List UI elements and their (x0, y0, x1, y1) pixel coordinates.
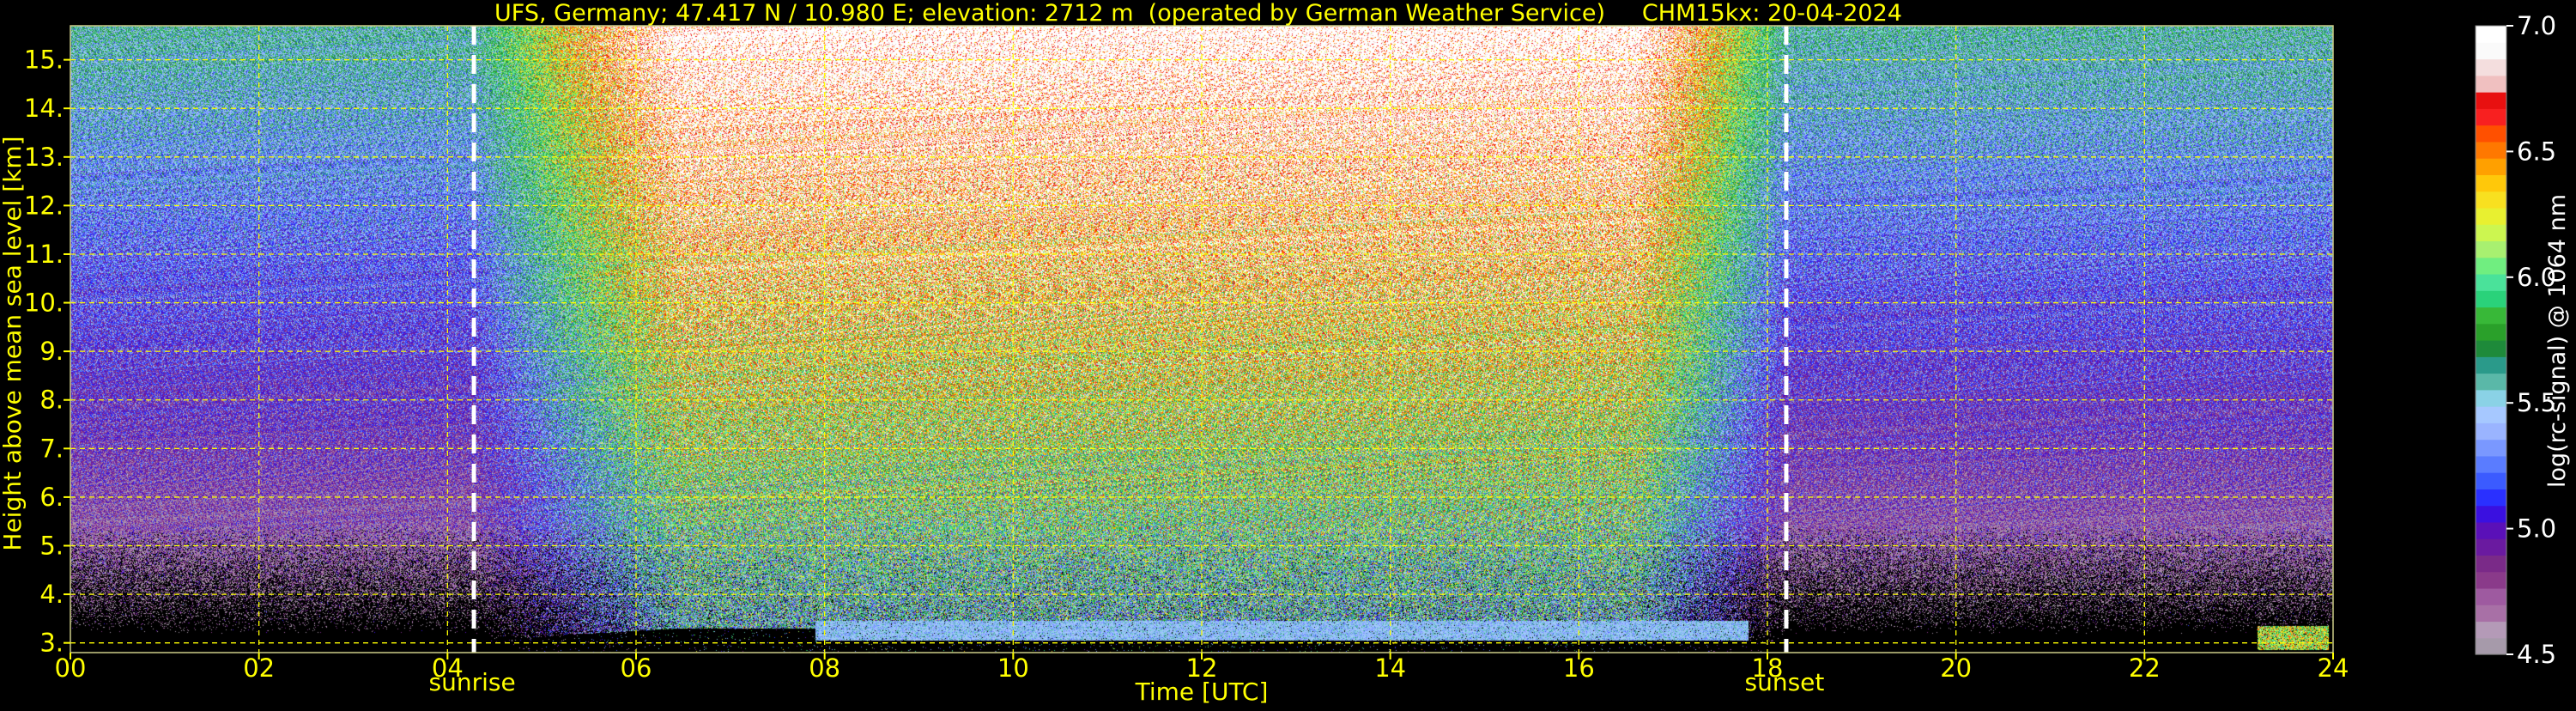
colorbar-swatch (2476, 621, 2506, 639)
colorbar-swatch (2476, 290, 2506, 308)
colorbar-swatch (2476, 92, 2506, 109)
colorbar-swatch (2476, 207, 2506, 225)
y-tick-label: 5. (39, 532, 64, 561)
colorbar-tick-label: 7.0 (2517, 11, 2556, 40)
colorbar-swatch (2476, 224, 2506, 242)
colorbar-label: log(rc-signal) @ 1064 nm (2544, 194, 2571, 488)
x-tick-label: 22 (2129, 653, 2161, 683)
colorbar-swatch (2476, 489, 2506, 507)
colorbar-swatch (2476, 389, 2506, 407)
x-tick-label: 20 (1940, 653, 1972, 683)
ceilometer-chart: sunrise sunset 00 02 04 06 08 10 12 14 16 18 20 22 24… (0, 0, 2571, 706)
colorbar-swatch (2476, 373, 2506, 391)
colorbar-swatch (2476, 240, 2506, 258)
y-tick-label: 15. (24, 46, 64, 75)
chart-root: sunrise sunset 00 02 04 06 08 10 12 14 16 18 20 22 24… (0, 0, 2576, 708)
colorbar-swatch (2476, 26, 2506, 43)
y-tick-label: 6. (39, 483, 64, 512)
colorbar-swatch (2476, 141, 2506, 159)
colorbar-swatch (2476, 455, 2506, 473)
chart-title: UFS, Germany; 47.417 N / 10.980 E; eleva… (494, 0, 1902, 27)
y-tick-label: 11. (24, 240, 64, 269)
x-tick-label: 02 (243, 653, 275, 683)
colorbar-swatch (2476, 587, 2506, 605)
colorbar-swatch (2476, 58, 2506, 76)
y-tick-label: 8. (39, 386, 64, 415)
colorbar-swatch (2476, 273, 2506, 291)
x-tick-label: 06 (621, 653, 652, 683)
colorbar-swatch (2476, 439, 2506, 457)
colorbar-swatch (2476, 158, 2506, 175)
y-tick-label: 13. (24, 143, 64, 172)
colorbar-swatch (2476, 108, 2506, 126)
x-tick-label: 08 (809, 653, 840, 683)
colorbar-swatch (2476, 356, 2506, 374)
colorbar-swatch (2476, 257, 2506, 275)
x-tick-label: 24 (2318, 653, 2349, 683)
y-tick-label: 3. (39, 629, 64, 658)
x-tick-label: 04 (432, 653, 464, 683)
colorbar-swatch (2476, 125, 2506, 143)
colorbar-swatch (2476, 505, 2506, 523)
colorbar-swatch (2476, 422, 2506, 441)
colorbar-swatch (2476, 605, 2506, 623)
colorbar-swatch (2476, 472, 2506, 489)
colorbar-swatch (2476, 637, 2506, 655)
colorbar-tick-label: 5.0 (2517, 514, 2556, 544)
x-tick-label: 14 (1374, 653, 1406, 683)
y-axis-label: Height above mean sea level [km] (0, 136, 27, 550)
colorbar-swatch (2476, 191, 2506, 209)
y-tick-label: 4. (39, 580, 64, 609)
colorbar-swatch (2476, 42, 2506, 60)
colorbar-swatch (2476, 174, 2506, 192)
colorbar-swatch (2476, 538, 2506, 556)
y-tick-label: 12. (24, 191, 64, 220)
colorbar-swatch (2476, 323, 2506, 341)
colorbar-swatch (2476, 307, 2506, 325)
y-tick-label: 10. (24, 289, 64, 318)
colorbar-swatch (2476, 555, 2506, 573)
x-tick-label: 00 (55, 653, 87, 683)
y-tick-label: 9. (39, 337, 64, 366)
x-tick-label: 18 (1752, 653, 1784, 683)
y-tick-label: 7. (39, 434, 64, 463)
colorbar-swatch (2476, 406, 2506, 423)
y-tick-label: 14. (24, 94, 64, 123)
colorbar-swatch (2476, 75, 2506, 93)
colorbar-swatch (2476, 571, 2506, 589)
x-tick-label: 16 (1563, 653, 1595, 683)
colorbar-swatch (2476, 340, 2506, 357)
colorbar-tick-label: 4.5 (2517, 640, 2556, 669)
x-tick-label: 10 (997, 653, 1029, 683)
colorbar-swatch (2476, 521, 2506, 539)
x-axis-label: Time [UTC] (1135, 678, 1269, 706)
colorbar-tick-label: 6.5 (2517, 137, 2556, 166)
